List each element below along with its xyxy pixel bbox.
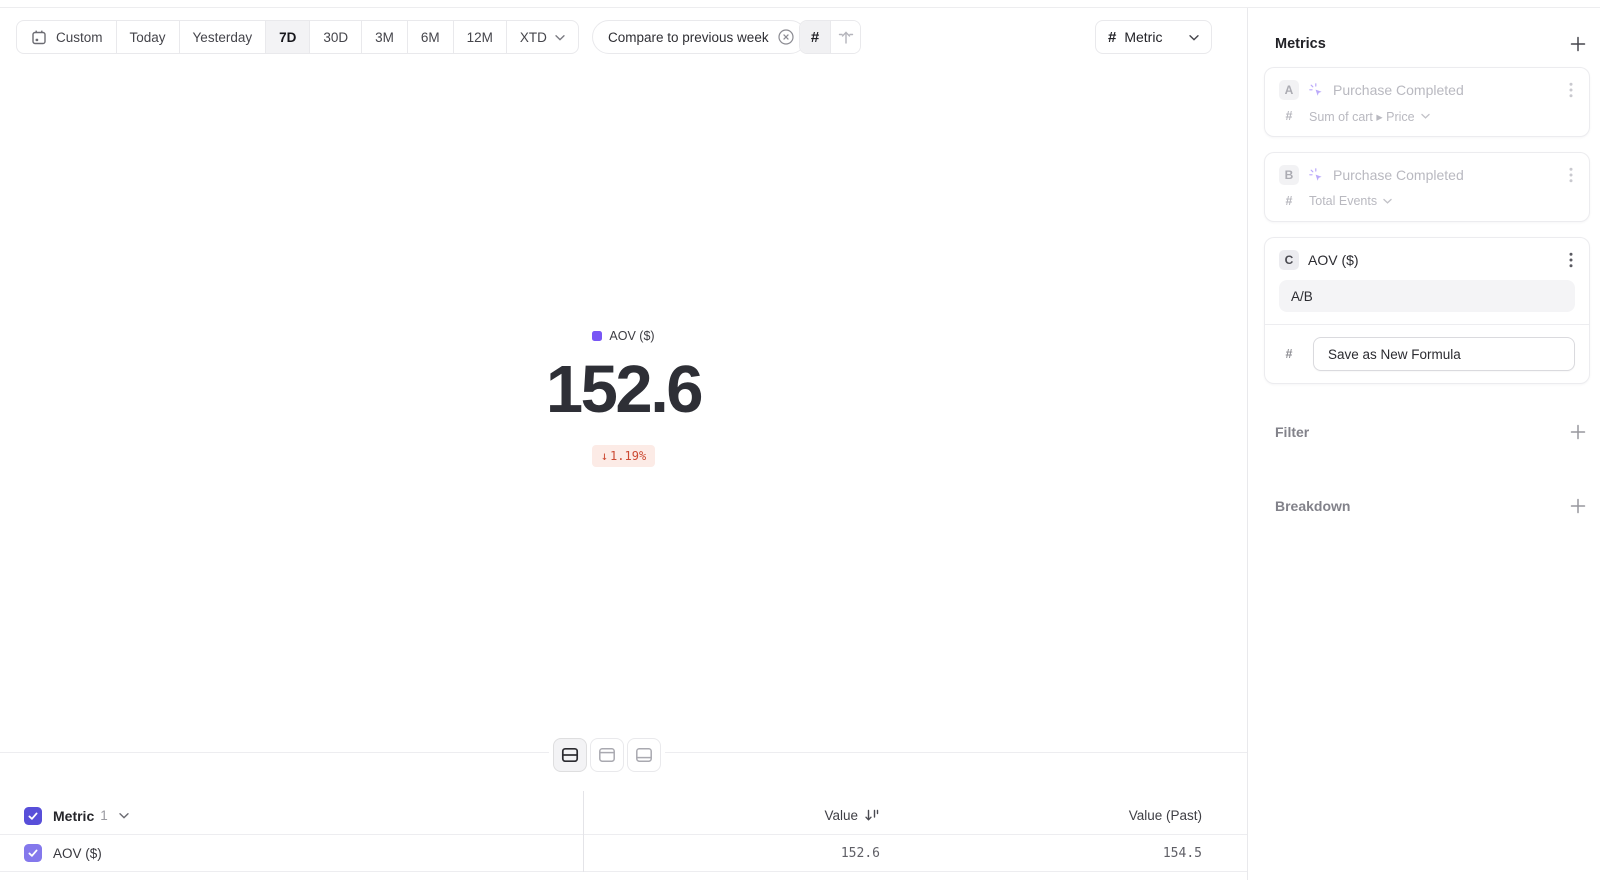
- row-metric-name: AOV ($): [53, 846, 102, 861]
- metric-badge: C: [1279, 250, 1299, 270]
- chevron-down-icon: [1421, 112, 1430, 120]
- metric-badge: B: [1279, 165, 1299, 185]
- add-metric-button[interactable]: [1570, 36, 1586, 52]
- date-range-7d[interactable]: 7D: [265, 21, 309, 53]
- table-header-row: Metric 1 Value Value (Past): [0, 797, 1247, 835]
- date-range-3m[interactable]: 3M: [361, 21, 407, 53]
- metrics-title: Metrics: [1275, 36, 1326, 52]
- remove-compare-icon[interactable]: [777, 28, 795, 46]
- row-value: 152.6: [841, 846, 880, 861]
- hash-icon: #: [811, 29, 819, 46]
- metric-card-a: A Purchase Completed # Sum of cart ▸ Pri…: [1264, 67, 1590, 137]
- table-row: AOV ($) 152.6 154.5: [0, 835, 1247, 872]
- numeric-type-icon: #: [1279, 109, 1299, 123]
- breakdown-title: Breakdown: [1275, 498, 1350, 514]
- aggregation-selector[interactable]: # Total Events: [1279, 193, 1575, 209]
- compare-chip[interactable]: Compare to previous week: [592, 20, 807, 54]
- formula-name[interactable]: AOV ($): [1308, 252, 1558, 268]
- report-canvas: Custom Today Yesterday 7D 30D 3M 6M 12M …: [0, 8, 1247, 880]
- date-range-label: Custom: [56, 30, 103, 45]
- date-range-30d[interactable]: 30D: [309, 21, 361, 53]
- metric-dropdown-button[interactable]: # Metric: [1095, 20, 1212, 54]
- formula-input[interactable]: A/B: [1279, 280, 1575, 312]
- aggregation-label: Sum of cart ▸ Price: [1309, 109, 1415, 124]
- chevron-down-icon: [555, 33, 565, 42]
- add-filter-button[interactable]: [1570, 424, 1586, 440]
- checkmark-icon: [27, 810, 39, 822]
- metric-count: 1: [100, 808, 108, 823]
- numeric-type-icon: #: [1279, 347, 1299, 361]
- split-view-button[interactable]: [553, 738, 587, 772]
- event-icon: [1308, 82, 1324, 98]
- kebab-menu-icon[interactable]: [1567, 250, 1575, 270]
- number-view-toggle[interactable]: #: [800, 21, 830, 53]
- metric-column-header[interactable]: Metric: [53, 808, 94, 824]
- results-table: Metric 1 Value Value (Past): [0, 797, 1247, 872]
- row-checkbox[interactable]: [24, 844, 42, 862]
- formula-card-c: C AOV ($) A/B # Save as New Formula: [1264, 237, 1590, 384]
- date-range-6m[interactable]: 6M: [407, 21, 453, 53]
- sort-descending-icon[interactable]: [864, 808, 880, 823]
- value-display-toggle: #: [799, 20, 861, 54]
- date-range-custom[interactable]: Custom: [17, 21, 116, 53]
- kpi-change-value: 1.19%: [610, 449, 646, 463]
- table-view-button[interactable]: [627, 738, 661, 772]
- chart-view-button[interactable]: [590, 738, 624, 772]
- value-column-header[interactable]: Value: [824, 808, 858, 823]
- arrow-up-icon: [837, 28, 855, 46]
- kebab-menu-icon[interactable]: [1567, 80, 1575, 100]
- save-as-new-formula-button[interactable]: Save as New Formula: [1313, 337, 1575, 371]
- numeric-type-icon: #: [1279, 194, 1299, 208]
- divider: [1265, 324, 1589, 325]
- layout-switch: [549, 734, 665, 776]
- chart-view-icon: [597, 745, 617, 765]
- split-view-icon: [560, 745, 580, 765]
- metric-card-b: B Purchase Completed # Total Events: [1264, 152, 1590, 222]
- legend-swatch: [592, 331, 602, 341]
- kpi-value: 152.6: [0, 352, 1247, 428]
- metric-event-name[interactable]: Purchase Completed: [1333, 82, 1558, 98]
- metric-dropdown-label: Metric: [1124, 29, 1162, 45]
- hash-icon: #: [1108, 29, 1116, 46]
- aggregation-label: Total Events: [1309, 194, 1377, 208]
- metric-event-name[interactable]: Purchase Completed: [1333, 167, 1558, 183]
- checkmark-icon: [27, 847, 39, 859]
- table-view-icon: [634, 745, 654, 765]
- kpi-change-badge: ↓1.19%: [592, 445, 655, 467]
- value-past-column-header[interactable]: Value (Past): [1129, 808, 1202, 823]
- filter-title: Filter: [1275, 424, 1309, 440]
- event-icon: [1308, 167, 1324, 183]
- flow-view-toggle[interactable]: [830, 21, 860, 53]
- date-range-picker: Custom Today Yesterday 7D 30D 3M 6M 12M …: [16, 20, 579, 54]
- chevron-down-icon: [1189, 33, 1199, 42]
- arrow-down-icon: ↓: [601, 449, 608, 463]
- chevron-down-icon[interactable]: [119, 811, 129, 820]
- date-range-today[interactable]: Today: [116, 21, 179, 53]
- chevron-down-icon: [1383, 197, 1392, 205]
- kpi-legend[interactable]: AOV ($): [0, 329, 1247, 343]
- query-builder-panel: Metrics A Purchase Completed #: [1247, 8, 1600, 880]
- metric-badge: A: [1279, 80, 1299, 100]
- add-breakdown-button[interactable]: [1570, 498, 1586, 514]
- date-range-yesterday[interactable]: Yesterday: [179, 21, 266, 53]
- legend-label: AOV ($): [609, 329, 654, 343]
- row-value-past: 154.5: [1163, 846, 1202, 861]
- calendar-icon: [30, 28, 48, 46]
- select-all-checkbox[interactable]: [24, 807, 42, 825]
- date-range-12m[interactable]: 12M: [453, 21, 506, 53]
- breakdown-section-header: Breakdown: [1275, 498, 1586, 514]
- metrics-section-header: Metrics: [1275, 36, 1586, 52]
- column-divider: [583, 791, 584, 872]
- date-range-xtd[interactable]: XTD: [506, 21, 578, 53]
- aggregation-selector[interactable]: # Sum of cart ▸ Price: [1279, 108, 1575, 124]
- compare-chip-label: Compare to previous week: [608, 30, 769, 45]
- filter-section-header: Filter: [1275, 424, 1586, 440]
- kebab-menu-icon[interactable]: [1567, 165, 1575, 185]
